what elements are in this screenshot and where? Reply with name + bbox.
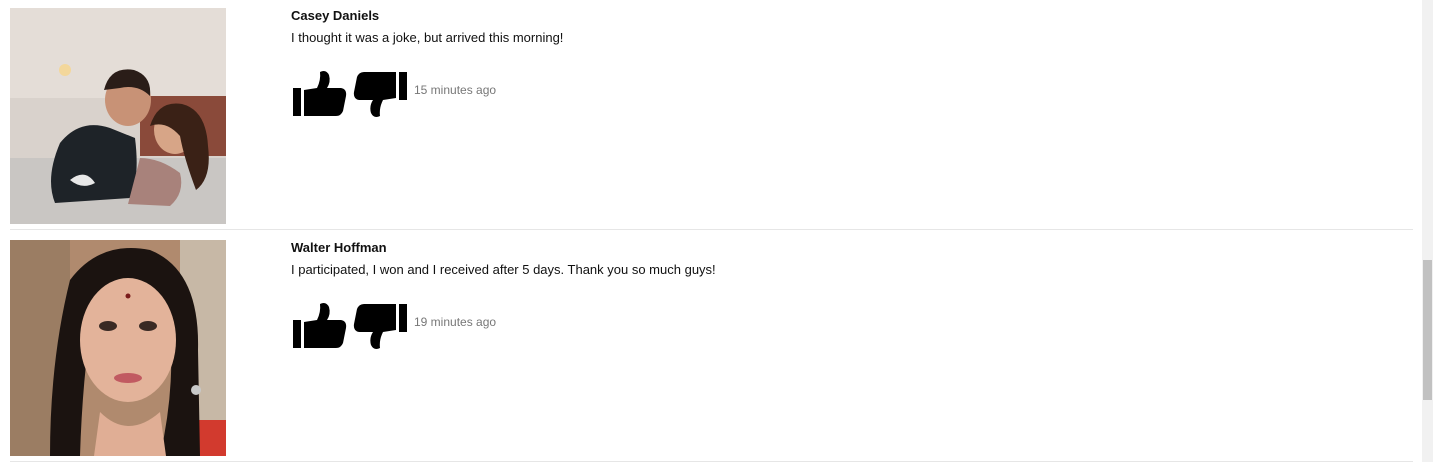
avatar-photo [10,240,226,456]
comment-text: I participated, I won and I received aft… [291,262,716,277]
thumbs-down-icon [353,304,407,349]
thumbs-up-icon [293,303,347,348]
dislike-button[interactable] [353,300,409,352]
dislike-button[interactable] [353,68,409,120]
avatar [10,240,226,456]
comment-timestamp: 15 minutes ago [414,83,497,97]
comment-actions: 15 minutes ago [291,68,1413,120]
vertical-scrollbar[interactable] [1422,0,1433,462]
comment-body: Walter Hoffman I participated, I won and… [291,240,1413,352]
comment-author: Casey Daniels [291,8,380,23]
comment-timestamp: 19 minutes ago [414,315,497,329]
avatar-photo [10,8,226,224]
comment-author: Walter Hoffman [291,240,387,255]
comment-text: I thought it was a joke, but arrived thi… [291,30,564,45]
comment-actions: 19 minutes ago [291,300,1413,352]
like-button[interactable] [291,300,347,352]
comment-item: Walter Hoffman I participated, I won and… [10,230,1413,462]
thumbs-up-icon [293,71,347,116]
thumbs-down-icon [353,72,407,117]
like-button[interactable] [291,68,347,120]
comment-body: Casey Daniels I thought it was a joke, b… [291,8,1413,120]
comment-item: Casey Daniels I thought it was a joke, b… [10,0,1413,230]
avatar [10,8,226,224]
scrollbar-thumb[interactable] [1423,260,1432,400]
comments-page: Casey Daniels I thought it was a joke, b… [0,0,1433,462]
